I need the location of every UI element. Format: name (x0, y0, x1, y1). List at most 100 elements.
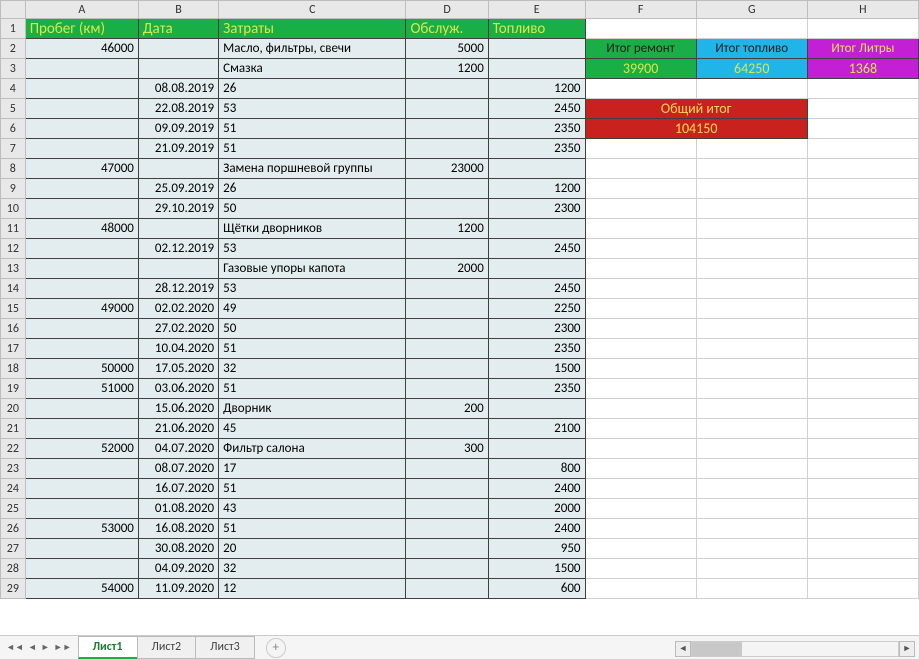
cell-D24[interactable] (406, 479, 488, 499)
cell-E22[interactable] (488, 439, 585, 459)
cell-A8[interactable]: 47000 (25, 159, 138, 179)
cell-D17[interactable] (406, 339, 488, 359)
cell-D9[interactable] (406, 179, 488, 199)
row-header-8[interactable]: 8 (1, 159, 26, 179)
cell-F2[interactable]: Итог ремонт (585, 39, 696, 59)
row-header-11[interactable]: 11 (1, 219, 26, 239)
cell-G3[interactable]: 64250 (696, 59, 807, 79)
cell-D16[interactable] (406, 319, 488, 339)
row-header-28[interactable]: 28 (1, 559, 26, 579)
cell-B7[interactable]: 21.09.2019 (138, 139, 218, 159)
cell-D4[interactable] (406, 79, 488, 99)
cell-D21[interactable] (406, 419, 488, 439)
cell-C14[interactable]: 53 (219, 279, 406, 299)
cell-H11[interactable] (807, 219, 918, 239)
cell-G11[interactable] (696, 219, 807, 239)
cell-D8[interactable]: 23000 (406, 159, 488, 179)
row-header-20[interactable]: 20 (1, 399, 26, 419)
cell-E27[interactable]: 950 (488, 539, 585, 559)
cell-E26[interactable]: 2400 (488, 519, 585, 539)
cell-H10[interactable] (807, 199, 918, 219)
cell-G26[interactable] (696, 519, 807, 539)
cell-G7[interactable] (696, 139, 807, 159)
cell-D15[interactable] (406, 299, 488, 319)
cell-E3[interactable] (488, 59, 585, 79)
cell-C15[interactable]: 49 (219, 299, 406, 319)
col-header-B[interactable]: B (138, 1, 218, 19)
cell-A5[interactable] (25, 99, 138, 119)
cell-E6[interactable]: 2350 (488, 119, 585, 139)
sheet-tab-Лист3[interactable]: Лист3 (195, 636, 255, 659)
col-header-F[interactable]: F (585, 1, 696, 19)
cell-F16[interactable] (585, 319, 696, 339)
cell-B27[interactable]: 30.08.2020 (138, 539, 218, 559)
cell-H15[interactable] (807, 299, 918, 319)
cell-F6[interactable]: 104150 (585, 119, 807, 139)
cell-A3[interactable] (25, 59, 138, 79)
cell-G14[interactable] (696, 279, 807, 299)
cell-D28[interactable] (406, 559, 488, 579)
cell-B11[interactable] (138, 219, 218, 239)
cell-B6[interactable]: 09.09.2019 (138, 119, 218, 139)
cell-E14[interactable]: 2450 (488, 279, 585, 299)
cell-G27[interactable] (696, 539, 807, 559)
cell-H20[interactable] (807, 399, 918, 419)
cell-G16[interactable] (696, 319, 807, 339)
cell-H22[interactable] (807, 439, 918, 459)
cell-A14[interactable] (25, 279, 138, 299)
cell-H3[interactable]: 1368 (807, 59, 918, 79)
cell-A18[interactable]: 50000 (25, 359, 138, 379)
cell-H16[interactable] (807, 319, 918, 339)
cell-B29[interactable]: 11.09.2020 (138, 579, 218, 599)
row-header-19[interactable]: 19 (1, 379, 26, 399)
row-header-26[interactable]: 26 (1, 519, 26, 539)
cell-A7[interactable] (25, 139, 138, 159)
cell-G20[interactable] (696, 399, 807, 419)
col-header-H[interactable]: H (807, 1, 918, 19)
cell-H9[interactable] (807, 179, 918, 199)
cell-H18[interactable] (807, 359, 918, 379)
cell-A24[interactable] (25, 479, 138, 499)
cell-H17[interactable] (807, 339, 918, 359)
row-header-18[interactable]: 18 (1, 359, 26, 379)
cell-E15[interactable]: 2250 (488, 299, 585, 319)
cell-F26[interactable] (585, 519, 696, 539)
cell-C20[interactable]: Дворник (219, 399, 406, 419)
cell-C24[interactable]: 51 (219, 479, 406, 499)
cell-C27[interactable]: 20 (219, 539, 406, 559)
cell-G15[interactable] (696, 299, 807, 319)
cell-A26[interactable]: 53000 (25, 519, 138, 539)
scroll-left-icon[interactable]: ◄ (675, 641, 691, 657)
cell-A22[interactable]: 52000 (25, 439, 138, 459)
cell-E7[interactable]: 2350 (488, 139, 585, 159)
cell-F10[interactable] (585, 199, 696, 219)
cell-F19[interactable] (585, 379, 696, 399)
cell-C3[interactable]: Смазка (219, 59, 406, 79)
cell-A16[interactable] (25, 319, 138, 339)
cell-C28[interactable]: 32 (219, 559, 406, 579)
cell-G1[interactable] (696, 19, 807, 39)
cell-B9[interactable]: 25.09.2019 (138, 179, 218, 199)
row-header-14[interactable]: 14 (1, 279, 26, 299)
cell-H7[interactable] (807, 139, 918, 159)
cell-F5[interactable]: Общий итог (585, 99, 807, 119)
cell-E28[interactable]: 1500 (488, 559, 585, 579)
cell-C10[interactable]: 50 (219, 199, 406, 219)
cell-A23[interactable] (25, 459, 138, 479)
cell-C5[interactable]: 53 (219, 99, 406, 119)
cell-A2[interactable]: 46000 (25, 39, 138, 59)
cell-B28[interactable]: 04.09.2020 (138, 559, 218, 579)
cell-F29[interactable] (585, 579, 696, 599)
cell-B5[interactable]: 22.08.2019 (138, 99, 218, 119)
cell-B13[interactable] (138, 259, 218, 279)
cell-B8[interactable] (138, 159, 218, 179)
cell-G9[interactable] (696, 179, 807, 199)
cell-F9[interactable] (585, 179, 696, 199)
cell-D6[interactable] (406, 119, 488, 139)
col-header-G[interactable]: G (696, 1, 807, 19)
cell-E11[interactable] (488, 219, 585, 239)
cell-H26[interactable] (807, 519, 918, 539)
cell-F22[interactable] (585, 439, 696, 459)
horizontal-scrollbar[interactable]: ◄ ► (675, 640, 915, 657)
cell-C22[interactable]: Фильтр салона (219, 439, 406, 459)
